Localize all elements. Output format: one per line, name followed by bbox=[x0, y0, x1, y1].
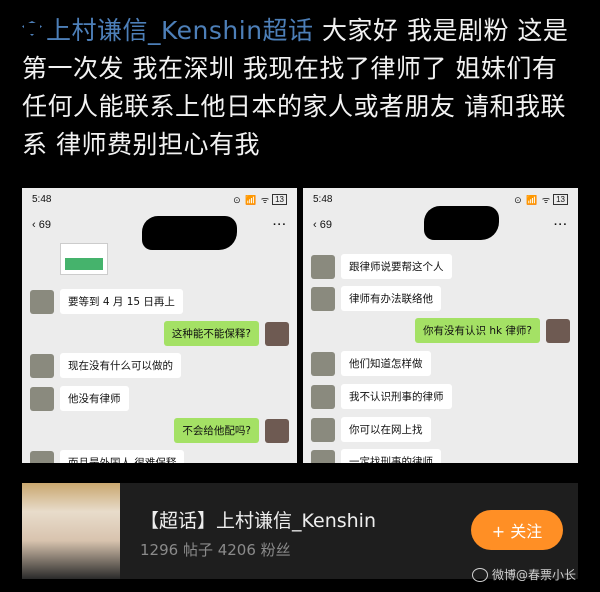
weibo-icon bbox=[472, 567, 488, 582]
message-bubble: 你有没有认识 hk 律师? bbox=[415, 318, 540, 343]
chat-message: 现在没有什么可以做的 bbox=[30, 353, 181, 378]
avatar bbox=[265, 321, 289, 346]
avatar bbox=[311, 254, 335, 279]
chat-message: 你有没有认识 hk 律师? bbox=[415, 318, 570, 343]
super-topic-card[interactable]: 【超话】上村谦信_Kenshin 1296 帖子 4206 粉丝 + 关注 bbox=[22, 483, 578, 579]
message-bubble: 律师有办法联络他 bbox=[341, 286, 441, 311]
chat-message: 一定找刑事的律师 bbox=[311, 449, 441, 463]
back-button[interactable]: ‹ 69 bbox=[32, 219, 51, 231]
chat-message: 跟律师说要帮这个人 bbox=[311, 254, 452, 279]
chat-message: 他没有律师 bbox=[30, 386, 129, 411]
message-bubble: 我不认识刑事的律师 bbox=[341, 384, 452, 409]
follow-button[interactable]: + 关注 bbox=[471, 510, 563, 550]
status-bar: 5:48 ⊙ 📶 ᯤ 13 bbox=[22, 188, 297, 210]
chat-message: 我不认识刑事的律师 bbox=[311, 384, 452, 409]
unread-count: 69 bbox=[38, 219, 51, 231]
status-time: 5:48 bbox=[32, 193, 52, 205]
battery-icon: 13 bbox=[553, 193, 568, 205]
post-text: 上村谦信_Kenshin超话 大家好 我是剧粉 这是第一次发 我在深圳 我现在找… bbox=[22, 12, 582, 164]
more-icon[interactable]: ··· bbox=[273, 219, 287, 231]
avatar bbox=[265, 418, 289, 443]
watermark-text: 微博@春票小长 bbox=[492, 568, 577, 582]
topic-link[interactable]: 上村谦信_Kenshin超话 bbox=[46, 16, 314, 45]
avatar bbox=[311, 449, 335, 463]
unread-count: 69 bbox=[319, 219, 332, 231]
status-time: 5:48 bbox=[313, 193, 333, 205]
chat-screenshot-right[interactable]: 5:48 ⊙ 📶 ᯤ 13 ‹ 69 ··· 跟律师说要帮这个人 律师有办法联络… bbox=[303, 188, 578, 463]
avatar bbox=[311, 417, 335, 442]
super-topic-icon bbox=[22, 21, 42, 36]
status-icons: ⊙ 📶 ᯤ bbox=[514, 194, 552, 205]
more-icon[interactable]: ··· bbox=[554, 219, 568, 231]
message-bubble: 一定找刑事的律师 bbox=[341, 449, 441, 463]
battery-icon: 13 bbox=[272, 193, 287, 205]
avatar bbox=[30, 450, 54, 463]
message-bubble: 跟律师说要帮这个人 bbox=[341, 254, 452, 279]
redacted-name bbox=[142, 216, 237, 250]
message-bubble: 这种能不能保释? bbox=[163, 321, 259, 346]
message-bubble: 他没有律师 bbox=[60, 386, 129, 411]
chat-message: 律师有办法联络他 bbox=[311, 286, 441, 311]
watermark: 微博@春票小长 bbox=[472, 566, 576, 583]
back-button[interactable]: ‹ 69 bbox=[313, 219, 332, 231]
avatar bbox=[311, 286, 335, 311]
message-bubble: 要等到 4 月 15 日再上 bbox=[60, 289, 183, 314]
avatar bbox=[311, 384, 335, 409]
status-icons: ⊙ 📶 ᯤ bbox=[233, 194, 271, 205]
chat-message: 不会给他配吗? bbox=[174, 418, 289, 443]
message-bubble: 你可以在网上找 bbox=[341, 417, 431, 442]
avatar bbox=[30, 289, 54, 314]
topic-name[interactable]: 【超话】上村谦信_Kenshin bbox=[140, 506, 376, 533]
avatar bbox=[30, 386, 54, 411]
redacted-name bbox=[424, 206, 499, 240]
message-bubble: 而且是外国人 很难保释 bbox=[60, 450, 185, 463]
topic-avatar[interactable] bbox=[22, 483, 120, 579]
chat-screenshot-left[interactable]: 5:48 ⊙ 📶 ᯤ 13 ‹ 69 ··· 要等到 4 月 15 日再上 这种… bbox=[22, 188, 297, 463]
chat-message: 你可以在网上找 bbox=[311, 417, 431, 442]
avatar bbox=[546, 318, 570, 343]
avatar bbox=[30, 353, 54, 378]
chat-message: 他们知道怎样做 bbox=[311, 351, 431, 376]
message-bubble: 现在没有什么可以做的 bbox=[60, 353, 181, 378]
chat-message: 而且是外国人 很难保释 bbox=[30, 450, 185, 463]
avatar bbox=[311, 351, 335, 376]
image-thumbnail[interactable] bbox=[60, 243, 108, 275]
chat-message: 要等到 4 月 15 日再上 bbox=[30, 289, 183, 314]
message-bubble: 不会给他配吗? bbox=[174, 418, 259, 443]
message-bubble: 他们知道怎样做 bbox=[341, 351, 431, 376]
chat-message: 这种能不能保释? bbox=[163, 321, 289, 346]
topic-stats: 1296 帖子 4206 粉丝 bbox=[140, 541, 291, 559]
